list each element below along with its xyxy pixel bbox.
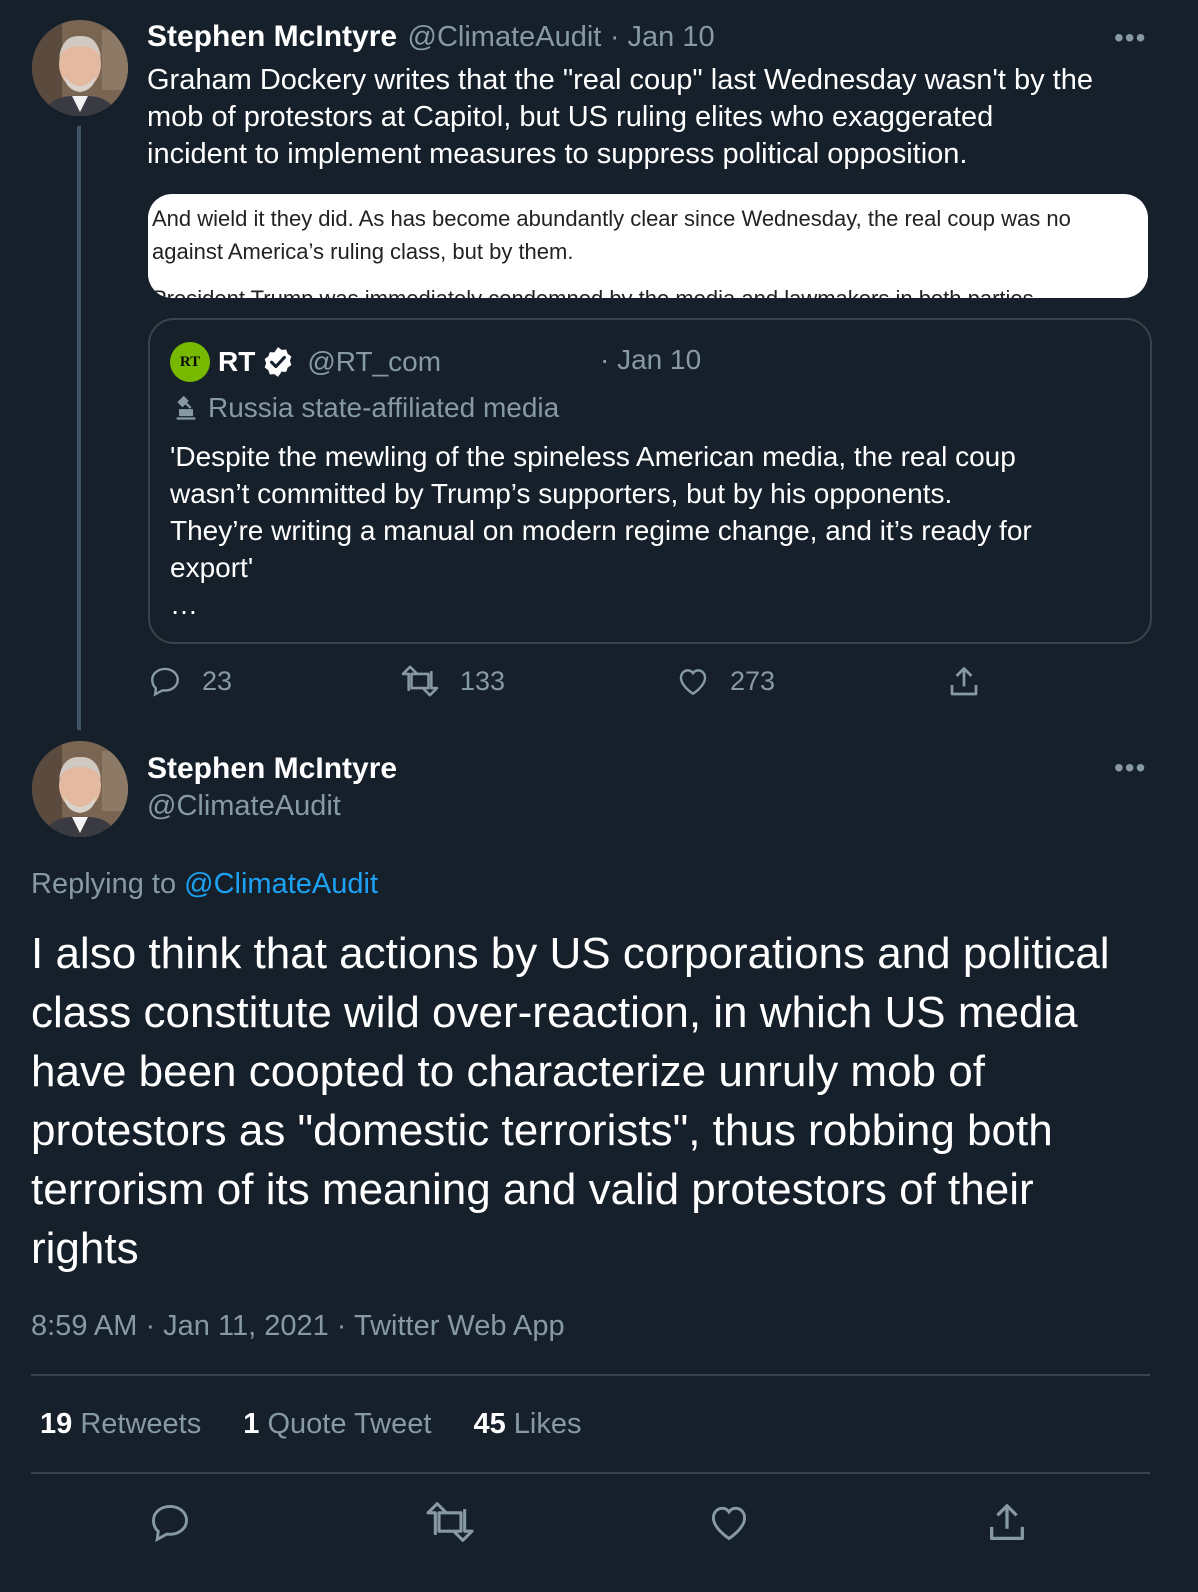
quote-text-line: export' xyxy=(170,552,254,583)
like-button[interactable]: 273 xyxy=(676,664,775,698)
quote-text: 'Despite the mewling of the spineless Am… xyxy=(170,438,1130,623)
image-text-clipped: President Trump was immediately condemne… xyxy=(152,282,1034,298)
attached-image[interactable]: And wield it they did. As has become abu… xyxy=(148,194,1148,298)
author-avatar[interactable] xyxy=(32,20,128,116)
share-icon xyxy=(950,667,978,696)
retweet-button[interactable] xyxy=(424,1500,476,1549)
author-handle[interactable]: @ClimateAudit xyxy=(408,21,602,53)
author-handle[interactable]: @ClimateAudit xyxy=(147,790,341,823)
tweet-text-line: incident to implement measures to suppre… xyxy=(147,138,968,170)
tweet-text-line: protestors as "domestic terrorists", thu… xyxy=(31,1106,1053,1155)
quoted-tweet[interactable]: RT RT @RT_com · Jan 10 Russia state-affi… xyxy=(148,318,1152,644)
tweet-text-line: mob of protestors at Capitol, but US rul… xyxy=(147,101,994,133)
replying-to-handle[interactable]: @ClimateAudit xyxy=(184,868,378,900)
quote-text-line: wasn’t committed by Trump’s supporters, … xyxy=(170,478,953,509)
quote-header: RT RT @RT_com xyxy=(170,342,441,382)
quote-ellipsis: … xyxy=(170,589,198,620)
divider xyxy=(31,1374,1150,1376)
state-media-label-text: Russia state-affiliated media xyxy=(208,392,560,423)
retweet-count: 133 xyxy=(460,665,506,696)
more-icon[interactable]: ••• xyxy=(1114,752,1146,784)
reply-button[interactable] xyxy=(148,1500,192,1549)
tweet-date[interactable]: · Jan 10 xyxy=(610,21,715,53)
reply-icon xyxy=(151,667,179,697)
image-text: And wield it they did. As has become abu… xyxy=(152,202,1071,268)
replying-to-label: Replying to xyxy=(31,868,177,900)
likes-stat[interactable]: 45 Likes xyxy=(473,1408,581,1440)
share-button[interactable] xyxy=(946,664,1002,700)
tweet-text-line: terrorism of its meaning and valid prote… xyxy=(31,1165,1034,1214)
verified-icon xyxy=(261,345,295,379)
retweet-icon xyxy=(426,1502,474,1542)
rt-logo-text: RT xyxy=(179,353,201,370)
retweet-icon xyxy=(401,665,439,697)
more-icon[interactable]: ••• xyxy=(1114,22,1146,54)
tweet-text-line: Graham Dockery writes that the "real cou… xyxy=(147,64,1093,96)
tweet-text-line: class constitute wild over-reaction, in … xyxy=(31,988,1078,1037)
like-icon xyxy=(711,1506,747,1541)
author-name[interactable]: Stephen McIntyre xyxy=(147,752,397,786)
divider xyxy=(31,1472,1150,1474)
quote-author-handle: @RT_com xyxy=(307,346,442,377)
quote-text-line: 'Despite the mewling of the spineless Am… xyxy=(170,441,1016,472)
share-icon xyxy=(990,1504,1024,1540)
like-icon xyxy=(679,669,707,696)
image-text-line: against America’s ruling class, but by t… xyxy=(152,239,574,264)
like-button[interactable] xyxy=(706,1500,752,1549)
state-media-label[interactable]: Russia state-affiliated media xyxy=(172,392,559,424)
author-name[interactable]: Stephen McIntyre xyxy=(147,20,397,53)
tweet-text-line: I also think that actions by US corporat… xyxy=(31,929,1110,978)
reply-icon xyxy=(152,1504,188,1543)
share-button[interactable] xyxy=(984,1500,1030,1551)
state-media-icon xyxy=(172,394,200,422)
tweet-text-line: rights xyxy=(31,1224,139,1273)
tweet-1-text: Graham Dockery writes that the "real cou… xyxy=(147,62,1157,173)
thread-line xyxy=(77,126,81,730)
rt-logo[interactable]: RT xyxy=(170,342,210,382)
quote-date: · Jan 10 xyxy=(600,344,702,375)
retweets-stat[interactable]: 19 Retweets xyxy=(40,1408,201,1440)
replying-to: Replying to @ClimateAudit xyxy=(31,868,378,901)
quote-tweets-stat[interactable]: 1 Quote Tweet xyxy=(243,1408,431,1440)
author-avatar[interactable] xyxy=(32,741,128,837)
retweet-button[interactable]: 133 xyxy=(400,664,505,698)
quote-author-name: RT xyxy=(218,346,256,377)
tweet-stats: 19 Retweets 1 Quote Tweet 45 Likes xyxy=(40,1408,581,1441)
image-text-line: And wield it they did. As has become abu… xyxy=(152,206,1071,231)
reply-button[interactable]: 23 xyxy=(148,664,232,698)
tweet-timestamp[interactable]: 8:59 AM · Jan 11, 2021 · Twitter Web App xyxy=(31,1310,565,1343)
like-count: 273 xyxy=(730,665,776,696)
tweet-2-text: I also think that actions by US corporat… xyxy=(31,924,1181,1278)
tweet-1-header: Stephen McIntyre @ClimateAudit · Jan 10 xyxy=(147,20,715,54)
tweet-text-line: have been coopted to characterize unruly… xyxy=(31,1047,985,1096)
quote-text-line: They’re writing a manual on modern regim… xyxy=(170,515,1032,546)
reply-count: 23 xyxy=(202,665,233,696)
